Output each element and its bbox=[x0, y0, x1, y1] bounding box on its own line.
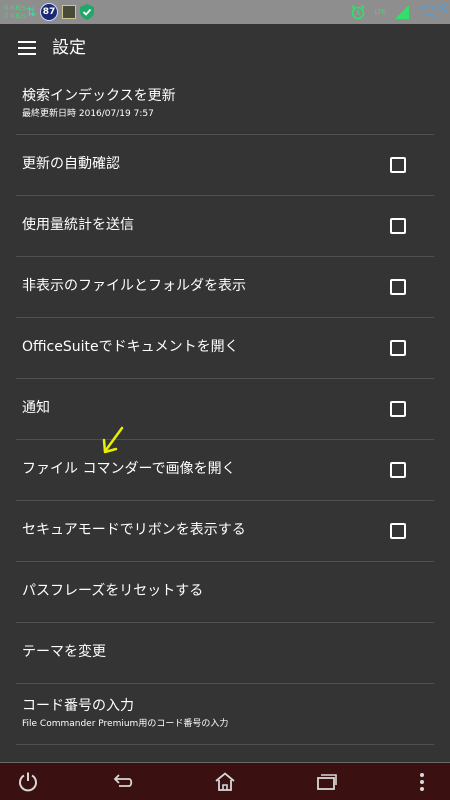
setting-enter-code[interactable]: コード番号の入力 File Commander Premium用のコード番号の入… bbox=[0, 684, 450, 745]
setting-open-images[interactable]: ファイル コマンダーで画像を開く bbox=[0, 440, 450, 501]
setting-label: コード番号の入力 bbox=[22, 698, 134, 714]
signal-icon bbox=[395, 5, 409, 19]
setting-label: 検索インデックスを更新 bbox=[22, 88, 176, 104]
setting-label: 更新の自動確認 bbox=[22, 156, 120, 172]
divider bbox=[16, 744, 434, 745]
checkbox[interactable] bbox=[390, 401, 406, 417]
network-type: LTE bbox=[374, 7, 386, 16]
annotation-arrow-icon bbox=[102, 426, 124, 454]
home-icon[interactable] bbox=[212, 769, 238, 795]
setting-label: 使用量統計を送信 bbox=[22, 217, 134, 233]
checkbox[interactable] bbox=[390, 218, 406, 234]
settings-list: 検索インデックスを更新 最終更新日時 2016/07/19 7:57 更新の自動… bbox=[0, 74, 450, 745]
setting-show-hidden-files[interactable]: 非表示のファイルとフォルダを表示 bbox=[0, 257, 450, 318]
setting-label: 非表示のファイルとフォルダを表示 bbox=[22, 278, 246, 294]
navigation-bar bbox=[0, 762, 450, 800]
setting-summary: File Commander Premium用のコード番号の入力 bbox=[22, 719, 229, 729]
status-bar: 0 KB/s 0 KB/s ⇅ 87 LTE 7/19 (火) 7:57 bbox=[0, 0, 450, 24]
status-bar-left: 0 KB/s 0 KB/s ⇅ 87 bbox=[4, 2, 95, 22]
setting-secure-mode-ribbon[interactable]: セキュアモードでリボンを表示する bbox=[0, 501, 450, 562]
setting-label: パスフレーズをリセットする bbox=[22, 583, 204, 599]
setting-label: OfficeSuiteでドキュメントを開く bbox=[22, 339, 239, 355]
setting-update-search-index[interactable]: 検索インデックスを更新 最終更新日時 2016/07/19 7:57 bbox=[0, 74, 450, 135]
clock: 7/19 (火) 7:57 bbox=[418, 4, 449, 20]
checkbox[interactable] bbox=[390, 523, 406, 539]
app-bar: 設定 bbox=[0, 24, 450, 74]
status-bar-right: LTE 7/19 (火) 7:57 bbox=[350, 2, 449, 22]
battery-badge: 87 bbox=[40, 3, 59, 21]
setting-notifications[interactable]: 通知 bbox=[0, 379, 450, 440]
page-title: 設定 bbox=[52, 38, 86, 58]
setting-auto-check-updates[interactable]: 更新の自動確認 bbox=[0, 135, 450, 196]
app-icon bbox=[62, 5, 77, 19]
checkbox[interactable] bbox=[390, 157, 406, 173]
checkbox[interactable] bbox=[390, 462, 406, 478]
setting-label: セキュアモードでリボンを表示する bbox=[22, 522, 246, 538]
setting-summary: 最終更新日時 2016/07/19 7:57 bbox=[22, 109, 154, 119]
data-arrows-icon: ⇅ bbox=[26, 5, 37, 19]
back-icon[interactable] bbox=[110, 769, 136, 795]
overflow-menu-icon[interactable] bbox=[409, 769, 435, 795]
setting-label: ファイル コマンダーで画像を開く bbox=[22, 461, 236, 477]
checkbox[interactable] bbox=[390, 279, 406, 295]
setting-change-theme[interactable]: テーマを変更 bbox=[0, 623, 450, 684]
setting-send-usage-stats[interactable]: 使用量統計を送信 bbox=[0, 196, 450, 257]
shield-check-icon bbox=[80, 4, 95, 20]
setting-label: 通知 bbox=[22, 400, 50, 416]
setting-open-with-officesuite[interactable]: OfficeSuiteでドキュメントを開く bbox=[0, 318, 450, 379]
power-icon[interactable] bbox=[15, 769, 41, 795]
setting-reset-passphrase[interactable]: パスフレーズをリセットする bbox=[0, 562, 450, 623]
alarm-icon bbox=[351, 4, 365, 20]
setting-label: テーマを変更 bbox=[22, 644, 106, 660]
hamburger-menu-icon[interactable] bbox=[18, 41, 36, 55]
recents-icon[interactable] bbox=[314, 769, 340, 795]
checkbox[interactable] bbox=[390, 340, 406, 356]
net-speed: 0 KB/s 0 KB/s bbox=[4, 4, 27, 20]
